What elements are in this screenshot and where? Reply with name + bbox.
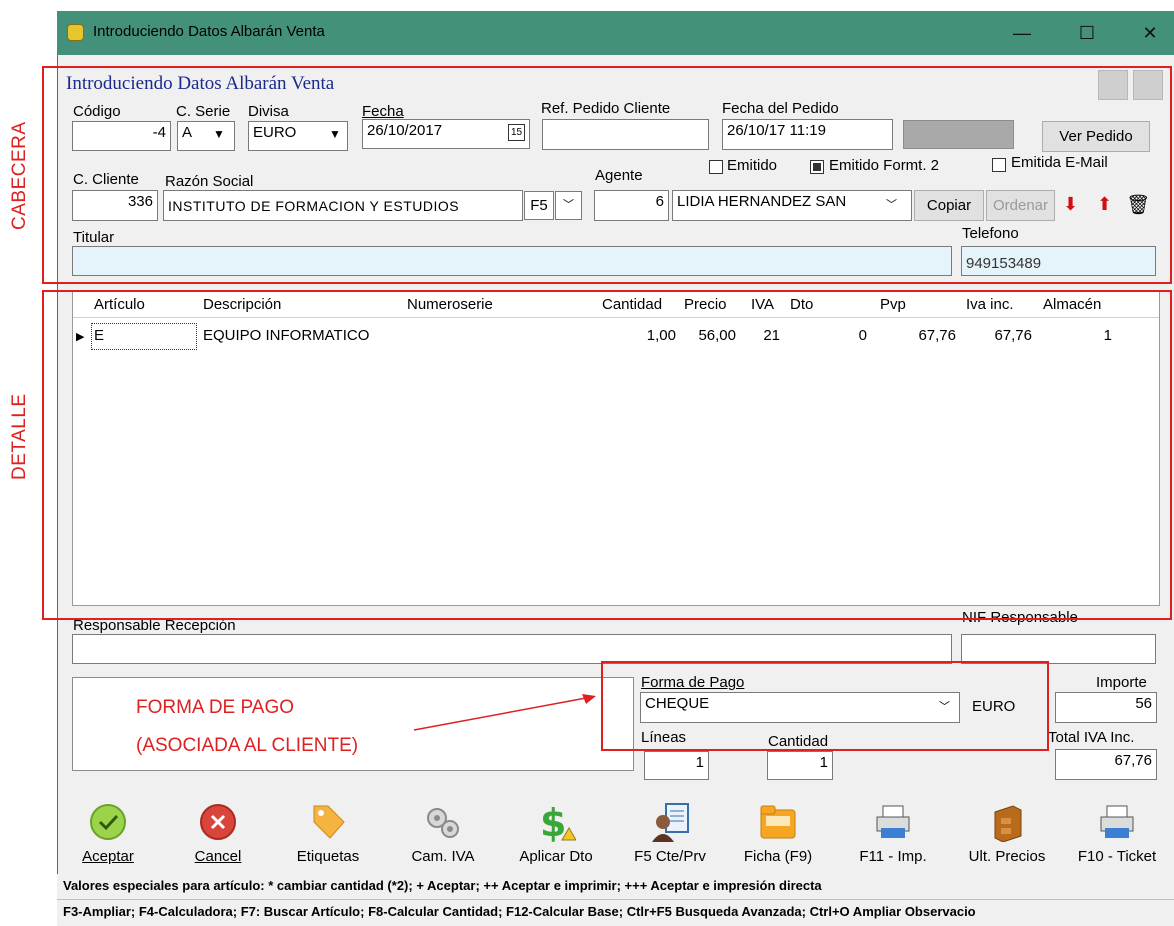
cabinet-icon xyxy=(987,802,1027,843)
svg-text:$: $ xyxy=(540,802,566,842)
ficha-button[interactable]: Ficha (F9) xyxy=(728,802,828,865)
contact-card-icon xyxy=(650,802,690,842)
tag-icon xyxy=(308,802,348,842)
cam-iva-button[interactable]: Cam. IVA xyxy=(393,802,493,865)
status-line-1: Valores especiales para artículo: * camb… xyxy=(57,874,1174,900)
total-input[interactable]: 67,76 xyxy=(1055,749,1157,780)
ult-precios-button[interactable]: Ult. Precios xyxy=(952,802,1062,865)
cabecera-highlight xyxy=(42,66,1172,284)
ficha-label: Ficha (F9) xyxy=(743,848,813,865)
f10-ticket-button[interactable]: F10 - Ticket xyxy=(1064,802,1170,865)
importe-label: Importe xyxy=(1096,674,1147,691)
ult-precios-label: Ult. Precios xyxy=(968,848,1046,865)
cam-iva-label: Cam. IVA xyxy=(411,848,475,865)
close-button[interactable]: ✕ xyxy=(1135,21,1165,45)
etiquetas-button[interactable]: Etiquetas xyxy=(278,802,378,865)
ticket-printer-icon xyxy=(1097,802,1137,842)
detalle-annotation: DETALLE xyxy=(9,393,30,480)
printer-icon xyxy=(873,802,913,842)
lineas-input[interactable]: 1 xyxy=(644,751,709,780)
check-icon xyxy=(88,802,128,842)
f10-ticket-label: F10 - Ticket xyxy=(1077,848,1157,865)
title-bar[interactable]: Introduciendo Datos Albarán Venta — ☐ ✕ xyxy=(57,11,1174,55)
cancel-label: Cancel xyxy=(194,848,242,865)
aplicar-dto-label: Aplicar Dto xyxy=(519,848,593,865)
cancel-button[interactable]: Cancel xyxy=(178,802,258,865)
f5-cte-label: F5 Cte/Prv xyxy=(634,848,706,865)
cancel-icon xyxy=(198,802,238,842)
responsable-input[interactable] xyxy=(72,634,952,664)
app-icon xyxy=(67,24,84,41)
cabecera-annotation: CABECERA xyxy=(9,121,30,230)
f11-imp-label: F11 - Imp. xyxy=(859,848,927,865)
folder-icon xyxy=(758,802,798,842)
maximize-button[interactable]: ☐ xyxy=(1072,21,1102,45)
importe-input[interactable]: 56 xyxy=(1055,692,1157,723)
forma-pago-annotation: FORMA DE PAGO xyxy=(136,697,295,718)
annotation-arrow xyxy=(413,694,596,731)
gears-icon xyxy=(423,802,463,842)
aplicar-dto-button[interactable]: $ Aplicar Dto xyxy=(506,801,606,865)
aceptar-button[interactable]: Aceptar xyxy=(68,802,148,865)
detalle-highlight xyxy=(42,290,1172,620)
aceptar-label: Aceptar xyxy=(82,848,134,865)
minimize-button[interactable]: — xyxy=(1007,21,1037,45)
nif-input[interactable] xyxy=(961,634,1156,664)
total-label: Total IVA Inc. xyxy=(1048,729,1135,746)
f11-imp-button[interactable]: F11 - Imp. xyxy=(843,802,943,865)
f5-cte-button[interactable]: F5 Cte/Prv xyxy=(620,802,720,865)
dollar-warning-icon: $ xyxy=(536,801,577,845)
status-line-2: F3-Ampliar; F4-Calculadora; F7: Buscar A… xyxy=(57,900,1174,926)
forma-pago-highlight xyxy=(601,661,1049,751)
window-title: Introduciendo Datos Albarán Venta xyxy=(93,23,325,40)
asociada-annotation: (ASOCIADA AL CLIENTE) xyxy=(136,735,359,756)
etiquetas-label: Etiquetas xyxy=(296,848,360,865)
cantidad-input[interactable]: 1 xyxy=(767,751,833,780)
